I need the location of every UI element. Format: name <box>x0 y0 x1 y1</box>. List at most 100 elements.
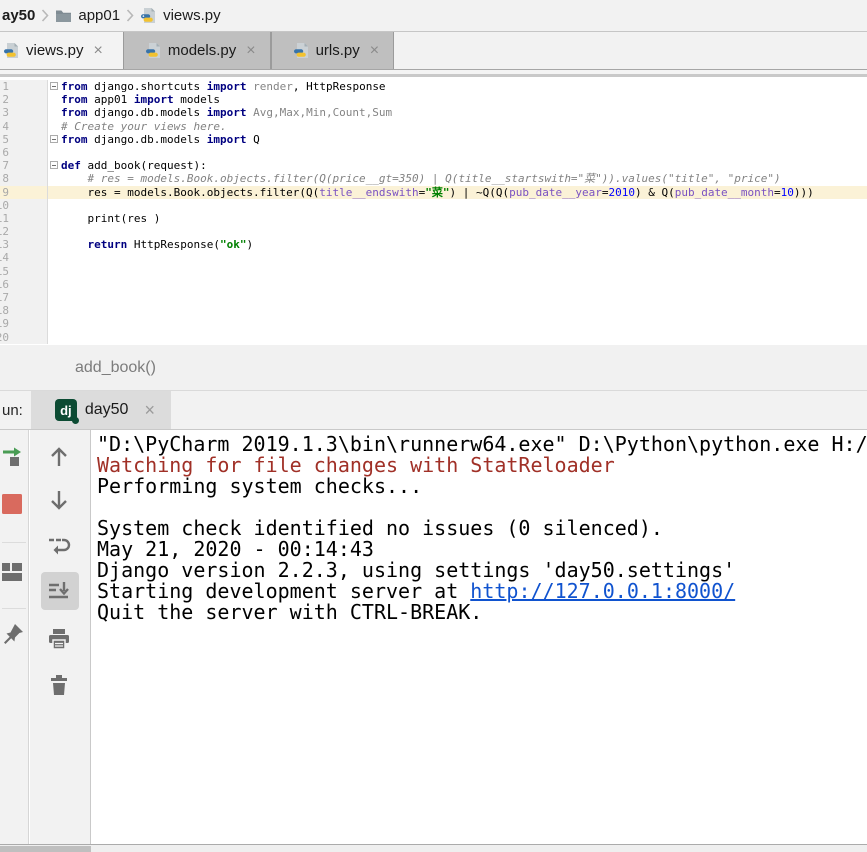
editor-line[interactable]: 11 print(res ) <box>0 212 867 225</box>
fold-gutter <box>48 304 61 317</box>
editor-line[interactable]: 18 <box>0 304 867 317</box>
line-number[interactable]: 7 <box>0 159 48 172</box>
line-number[interactable]: 6 <box>0 146 48 159</box>
editor-line[interactable]: 16 <box>0 278 867 291</box>
editor-line[interactable]: 20 <box>0 331 867 344</box>
editor-line[interactable]: 6 <box>0 146 867 159</box>
console-toolbar <box>30 430 91 845</box>
python-file-icon <box>140 7 157 24</box>
editor-line[interactable]: 17 <box>0 291 867 304</box>
fold-gutter <box>48 212 61 225</box>
rerun-icon[interactable] <box>1 445 25 469</box>
line-number[interactable]: 2 <box>0 93 48 106</box>
code-line-text: from app01 import models <box>61 93 867 106</box>
down-stack-trace-icon[interactable] <box>47 488 71 512</box>
editor-line[interactable]: 5from django.db.models import Q <box>0 133 867 146</box>
line-number[interactable]: 14 <box>0 251 48 264</box>
close-icon[interactable]: × <box>144 401 155 419</box>
line-number[interactable]: 13 <box>0 238 48 251</box>
fold-icon[interactable] <box>50 161 58 169</box>
folder-icon <box>55 8 72 23</box>
tab-views-py[interactable]: views.py × <box>0 32 123 69</box>
fold-gutter <box>48 106 61 119</box>
fold-gutter <box>48 278 61 291</box>
editor-splitter[interactable] <box>0 70 867 77</box>
fold-gutter <box>48 199 61 212</box>
code-line-text: print(res ) <box>61 212 867 225</box>
editor-line[interactable]: 9 res = models.Book.objects.filter(Q(tit… <box>0 186 867 199</box>
fold-gutter <box>48 146 61 159</box>
function-context-bar: add_book() <box>0 345 867 390</box>
code-editor[interactable]: 1from django.shortcuts import render, Ht… <box>0 77 867 345</box>
line-number[interactable]: 11 <box>0 212 48 225</box>
line-number[interactable]: 8 <box>0 172 48 185</box>
scroll-to-end-icon[interactable] <box>47 579 71 603</box>
fold-gutter <box>48 291 61 304</box>
fold-icon[interactable] <box>50 135 58 143</box>
editor-line[interactable]: 4# Create your views here. <box>0 120 867 133</box>
line-number[interactable]: 16 <box>0 278 48 291</box>
fold-gutter <box>48 186 61 199</box>
editor-line[interactable]: 13 return HttpResponse("ok") <box>0 238 867 251</box>
up-stack-trace-icon[interactable] <box>47 445 71 469</box>
line-number[interactable]: 20 <box>0 331 48 344</box>
close-icon[interactable]: × <box>370 43 379 59</box>
bottom-scrollbar <box>0 844 867 852</box>
line-number[interactable]: 4 <box>0 120 48 133</box>
editor-line[interactable]: 7 def add_book(request): <box>0 159 867 172</box>
run-config-tab-day50[interactable]: dj day50 × <box>31 391 171 429</box>
line-number[interactable]: 19 <box>0 317 48 330</box>
line-number[interactable]: 1 <box>0 80 48 93</box>
editor-line[interactable]: 2 from app01 import models <box>0 93 867 106</box>
editor-line[interactable]: 12 <box>0 225 867 238</box>
fold-gutter <box>48 251 61 264</box>
fold-gutter <box>48 93 61 106</box>
tab-label: models.py <box>168 42 236 59</box>
line-number[interactable]: 17 <box>0 291 48 304</box>
tab-urls-py[interactable]: urls.py × <box>271 32 395 69</box>
console-line: Performing system checks... <box>97 476 867 497</box>
editor-line[interactable]: 8 # res = models.Book.objects.filter(Q(p… <box>0 172 867 185</box>
editor-line[interactable]: 3from django.db.models import Avg,Max,Mi… <box>0 106 867 119</box>
fold-gutter <box>48 159 61 172</box>
code-line-text: def add_book(request): <box>61 159 867 172</box>
editor-line[interactable]: 1from django.shortcuts import render, Ht… <box>0 80 867 93</box>
editor-line[interactable]: 10 <box>0 199 867 212</box>
close-icon[interactable]: × <box>246 43 255 59</box>
console-line <box>97 497 867 518</box>
fold-gutter <box>48 225 61 238</box>
soft-wrap-icon[interactable] <box>47 533 71 557</box>
breadcrumb-item-package[interactable]: app01 <box>78 7 120 24</box>
scrollbar-thumb[interactable] <box>0 846 91 852</box>
fold-icon[interactable] <box>50 82 58 90</box>
breadcrumb-item-project[interactable]: ay50 <box>2 7 35 24</box>
code-line-text <box>61 146 867 159</box>
fold-gutter <box>48 265 61 278</box>
line-number[interactable]: 5 <box>0 133 48 146</box>
console-link[interactable]: http://127.0.0.1:8000/ <box>470 579 735 603</box>
breadcrumb-item-file[interactable]: views.py <box>163 7 221 24</box>
pin-tab-icon[interactable] <box>1 622 25 646</box>
console-line: Quit the server with CTRL-BREAK. <box>97 602 867 623</box>
line-number[interactable]: 18 <box>0 304 48 317</box>
line-number[interactable]: 12 <box>0 225 48 238</box>
clear-all-icon[interactable] <box>47 673 71 697</box>
tab-models-py[interactable]: models.py × <box>123 32 271 69</box>
stop-icon[interactable] <box>1 492 25 516</box>
fold-gutter <box>48 80 61 93</box>
line-number[interactable]: 10 <box>0 199 48 212</box>
editor-line[interactable]: 15 <box>0 265 867 278</box>
editor-line[interactable]: 14 <box>0 251 867 264</box>
close-icon[interactable]: × <box>94 43 103 59</box>
console-output[interactable]: "D:\PyCharm 2019.1.3\bin\runnerw64.exe" … <box>92 430 867 845</box>
editor-line[interactable]: 19 <box>0 317 867 330</box>
editor-lines: 1from django.shortcuts import render, Ht… <box>0 80 867 344</box>
code-line-text <box>61 317 867 330</box>
toolbar-separator <box>2 542 26 543</box>
line-number[interactable]: 9 <box>0 186 48 199</box>
restore-layout-icon[interactable] <box>1 560 25 584</box>
print-icon[interactable] <box>47 627 71 651</box>
line-number[interactable]: 15 <box>0 265 48 278</box>
console-line: Django version 2.2.3, using settings 'da… <box>97 560 867 581</box>
line-number[interactable]: 3 <box>0 106 48 119</box>
